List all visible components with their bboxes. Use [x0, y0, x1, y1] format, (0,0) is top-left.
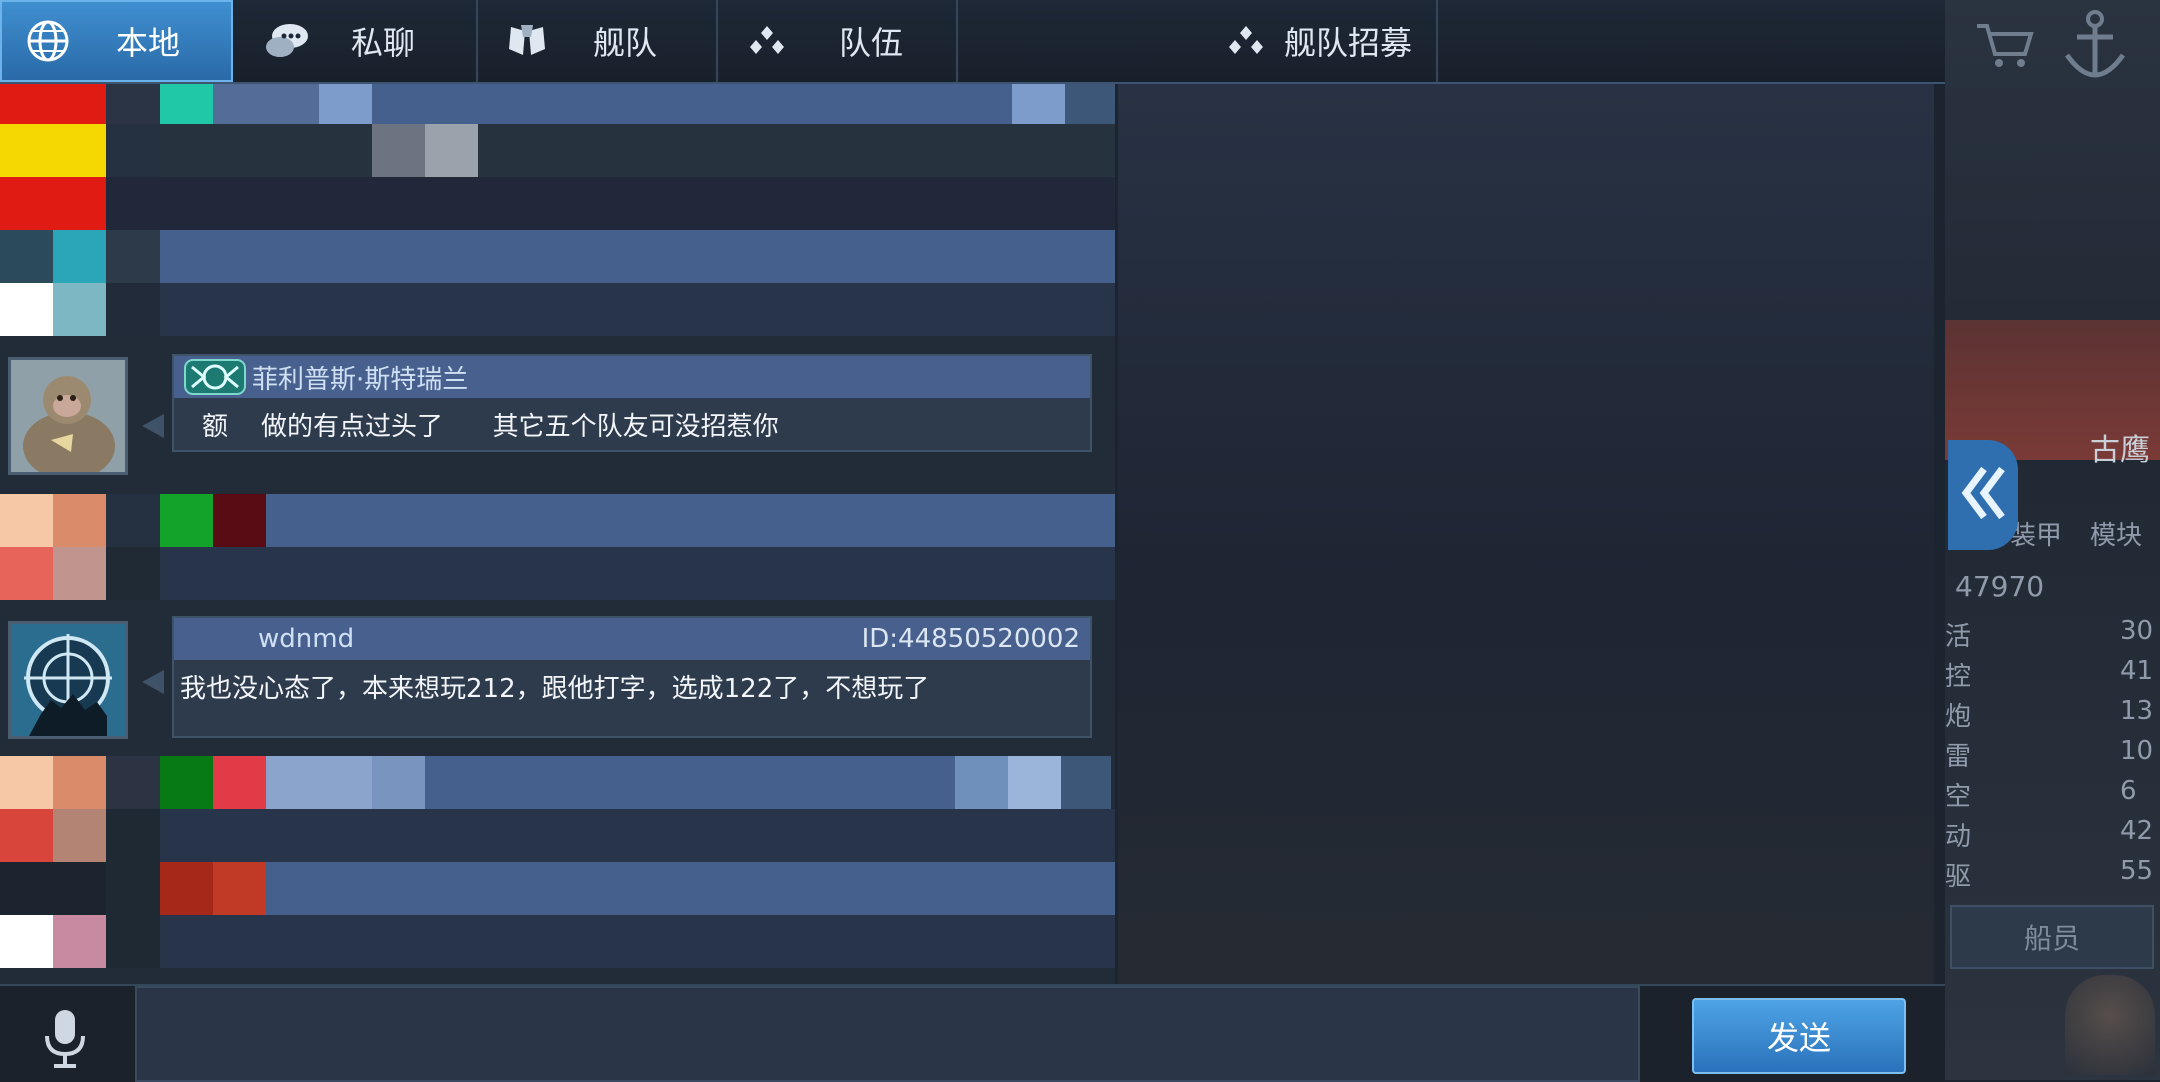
chat-channel-tabs: 本地 私聊 舰队 队伍 舰队招募	[0, 0, 1945, 84]
tab-team[interactable]: 队伍	[718, 0, 958, 82]
captain-avatar[interactable]	[2065, 975, 2155, 1075]
redacted-row	[0, 756, 1111, 809]
tab-local-label: 本地	[116, 24, 181, 62]
radar-avatar[interactable]	[8, 621, 128, 739]
stat-row: 活 30	[1945, 616, 2154, 652]
backdrop-panel	[1118, 84, 1934, 984]
stat-row: 雷 10	[1945, 736, 2154, 772]
tab-fleet[interactable]: 舰队	[478, 0, 718, 82]
message-header: 菲利普斯·斯特瑞兰	[174, 356, 1090, 398]
chat-input-bar: 发送	[0, 984, 1945, 1082]
crew-button[interactable]: 船员	[1950, 905, 2154, 969]
message-text: 额 做的有点过头了 其它五个队友可没招惹你	[202, 412, 779, 442]
tab-fleet-label: 舰队	[593, 24, 658, 62]
redacted-row	[0, 862, 1115, 915]
monkey-avatar[interactable]	[8, 357, 128, 475]
stat-row: 驱 55	[1945, 856, 2154, 892]
microphone-icon	[40, 1008, 90, 1074]
redacted-row	[0, 809, 1115, 862]
message-bubble: wdnmd ID:44850520002 我也没心态了，本来想玩212，跟他打字…	[172, 616, 1092, 738]
redacted-row	[0, 494, 1115, 547]
redacted-row	[0, 915, 1115, 968]
chat-bubbles-icon	[263, 17, 311, 65]
ship-name: 古鹰	[2090, 433, 2150, 468]
sender-name[interactable]: 菲利普斯·斯特瑞兰	[252, 359, 468, 396]
message-bubble: 菲利普斯·斯特瑞兰 额 做的有点过头了 其它五个队友可没招惹你	[172, 354, 1092, 452]
anchor-icon[interactable]	[2055, 5, 2135, 89]
fleet-badge-icon	[184, 359, 246, 395]
stat-row: 炮 13	[1945, 696, 2154, 732]
crew-button-label: 船员	[2023, 922, 2080, 955]
team-icon	[1222, 17, 1270, 65]
team-icon	[743, 17, 791, 65]
ship-score: 47970	[1955, 570, 2045, 603]
stat-list: 活 30 控 41 炮 13 雷 10 空6 动 42 驱 55	[1945, 612, 2160, 892]
tab-local[interactable]: 本地	[0, 0, 233, 82]
sender-id: ID:44850520002	[861, 624, 1080, 654]
cart-icon[interactable]	[1975, 20, 2035, 74]
double-chevron-left-icon	[1958, 463, 2008, 527]
tab-fleet-recruit[interactable]: 舰队招募	[958, 0, 1438, 82]
tab-team-label: 队伍	[839, 24, 904, 62]
redacted-row	[0, 283, 1115, 336]
sender-name[interactable]: wdnmd	[258, 624, 354, 654]
chat-text-input[interactable]	[135, 986, 1640, 1082]
message-header: wdnmd ID:44850520002	[174, 618, 1090, 660]
stat-row: 控 41	[1945, 656, 2154, 692]
send-button-label: 发送	[1766, 1019, 1831, 1057]
tab-private-chat-label: 私聊	[351, 24, 416, 62]
redacted-row	[0, 547, 1115, 600]
collapse-panel-button[interactable]	[1948, 440, 2018, 550]
message-text: 我也没心态了，本来想玩212，跟他打字，选成122了，不想玩了	[180, 674, 930, 704]
stat-row: 动 42	[1945, 816, 2154, 852]
voice-input-button[interactable]	[25, 1001, 105, 1081]
redacted-row	[0, 124, 1115, 177]
chat-message-list[interactable]: 菲利普斯·斯特瑞兰 额 做的有点过头了 其它五个队友可没招惹你 wdnmd ID…	[0, 84, 1115, 984]
fleet-shield-icon	[503, 17, 551, 65]
redacted-row	[0, 230, 1115, 283]
tab-private-chat[interactable]: 私聊	[233, 0, 478, 82]
module-label[interactable]: 模块	[2090, 515, 2142, 552]
send-button[interactable]: 发送	[1692, 998, 1906, 1074]
globe-icon	[24, 17, 72, 65]
stat-row: 空6	[1945, 776, 2137, 812]
tab-fleet-recruit-label: 舰队招募	[1283, 24, 1412, 62]
redacted-row	[0, 177, 1115, 230]
